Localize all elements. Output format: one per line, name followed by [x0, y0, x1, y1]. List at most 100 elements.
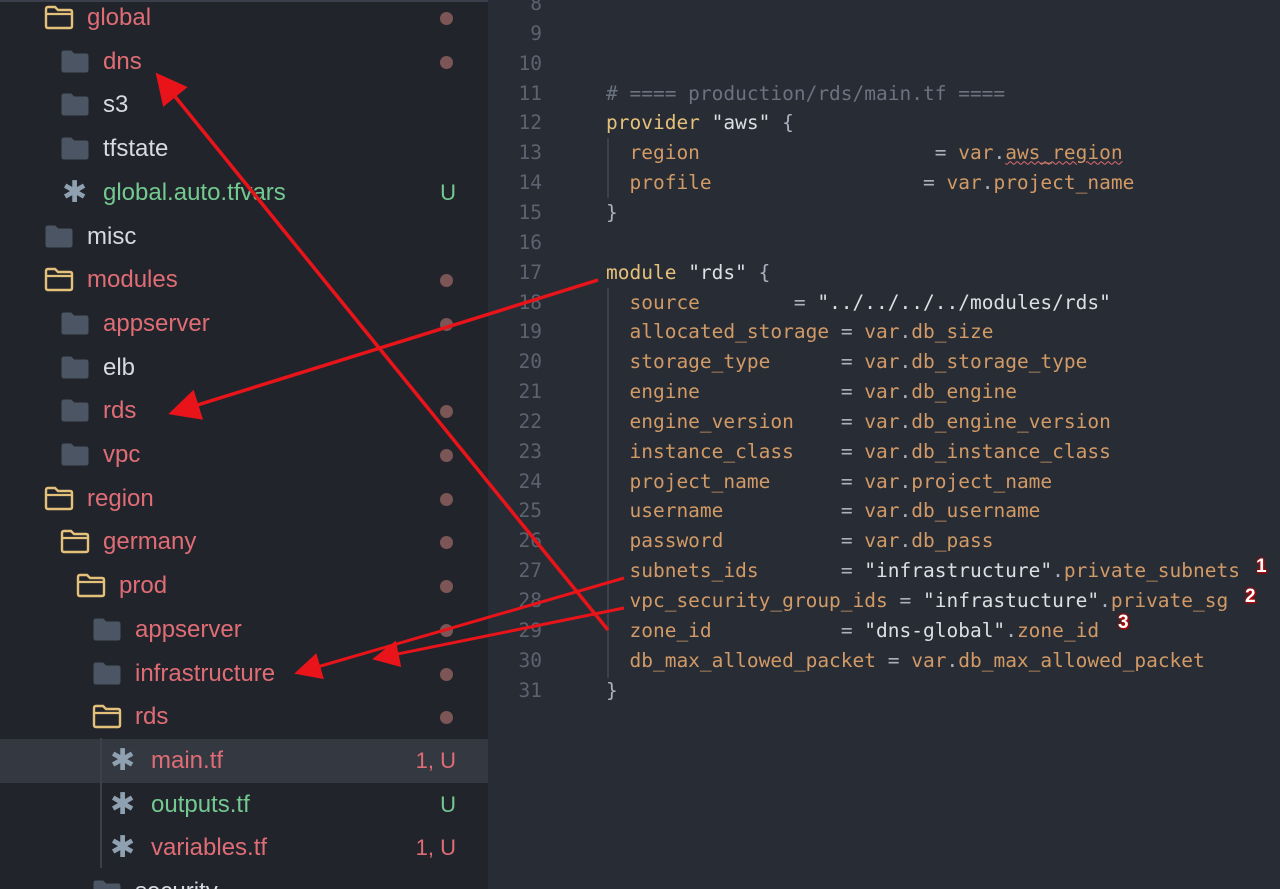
code-token: zone_id	[1016, 618, 1100, 642]
code-text: instance_class = var.db_instance_class	[606, 437, 1110, 467]
folder-open-icon	[44, 267, 74, 292]
line-number: 20	[518, 350, 542, 374]
tree-item[interactable]: germany	[0, 520, 488, 564]
code-token: db_username	[911, 499, 1041, 523]
tree-item-label: global.auto.tfvars	[103, 178, 286, 206]
tree-item-label: tfstate	[103, 135, 169, 163]
code-token: .	[993, 141, 1006, 165]
tree-item[interactable]: rds	[0, 389, 488, 433]
modified-dot	[440, 12, 453, 25]
tree-item[interactable]: ✱ variables.tf 1, U	[0, 826, 488, 870]
line-number: 8	[530, 0, 542, 15]
code-line[interactable]: 11 # ==== production/rds/main.tf ====	[488, 79, 1280, 109]
tree-item-label: outputs.tf	[151, 790, 250, 818]
line-number: 15	[518, 200, 542, 224]
code-token: =	[793, 290, 818, 314]
tree-item[interactable]: ✱ main.tf 1, U	[0, 738, 488, 783]
code-line[interactable]: 16	[488, 228, 1280, 258]
folder-open-icon	[92, 704, 122, 729]
folder-icon	[61, 443, 89, 466]
code-text: }	[606, 676, 618, 706]
line-number: 31	[518, 678, 542, 702]
code-token: var	[946, 171, 982, 195]
tree-item[interactable]: misc	[0, 215, 488, 259]
tree-item[interactable]: modules	[0, 258, 488, 302]
code-text: engine_version = var.db_engine_version	[606, 407, 1111, 437]
code-line[interactable]: 8	[488, 0, 1280, 19]
code-token: =	[840, 320, 865, 344]
code-token: .	[899, 469, 912, 493]
line-number: 30	[518, 648, 542, 672]
folder-icon	[93, 618, 121, 641]
line-number: 11	[518, 81, 542, 105]
code-token: module	[606, 260, 677, 284]
code-token: =	[934, 141, 959, 165]
modified-dot	[440, 711, 453, 725]
code-token: db_engine	[911, 380, 1017, 404]
code-line[interactable]: 17 module "rds" {	[488, 258, 1280, 288]
line-number: 27	[518, 559, 542, 583]
code-token: subnets_ids	[606, 559, 841, 583]
git-status-badge: 1, U	[415, 835, 456, 861]
modified-dot	[440, 580, 453, 594]
tree-item[interactable]: ✱ global.auto.tfvars U	[0, 171, 488, 215]
tree-item[interactable]: tfstate	[0, 127, 488, 171]
code-token: var	[864, 320, 900, 344]
tree-item-label: germany	[103, 528, 197, 556]
tree-item[interactable]: vpc	[0, 433, 488, 477]
code-token: =	[840, 409, 865, 433]
tree-item[interactable]: appserver	[0, 608, 488, 652]
code-line[interactable]: 12 provider "aws" {	[488, 108, 1280, 138]
tree-item[interactable]: infrastructure	[0, 652, 488, 696]
line-number: 23	[518, 439, 542, 463]
code-line[interactable]: 15}	[488, 198, 1280, 228]
code-text: source = "../../../../modules/rds"	[606, 288, 1110, 318]
tree-item[interactable]: region	[0, 477, 488, 521]
line-number: 19	[518, 320, 542, 344]
code-token: db_storage_type	[911, 350, 1088, 374]
code-token: db_pass	[911, 529, 994, 553]
code-token: =	[840, 559, 865, 583]
folder-icon	[45, 225, 73, 247]
tree-item[interactable]: ✱ outputs.tf U	[0, 783, 488, 827]
code-token: storage_type	[606, 350, 841, 374]
code-token: db_engine_version	[911, 409, 1111, 433]
tree-item[interactable]: dns	[0, 40, 488, 84]
code-token: var	[864, 439, 900, 463]
code-token: .	[1052, 559, 1064, 583]
code-token: provider	[606, 111, 700, 135]
tree-item[interactable]: s3	[0, 83, 488, 127]
code-token: var	[864, 469, 900, 493]
line-number: 28	[518, 589, 542, 612]
tree-item[interactable]: prod	[0, 564, 488, 608]
modified-dot	[440, 405, 453, 419]
code-token: # ==== production/rds/main.tf ====	[606, 81, 1006, 105]
tree-item[interactable]: rds	[0, 695, 488, 739]
code-token: =	[840, 439, 865, 463]
line-number: 26	[518, 529, 542, 553]
code-token: .	[946, 648, 959, 672]
code-line[interactable]: 9	[488, 19, 1280, 49]
code-line[interactable]: 31}	[488, 676, 1280, 706]
annotation-badge-1: 1	[1256, 556, 1267, 577]
folder-open-icon	[44, 5, 74, 30]
tree-item[interactable]: global	[0, 0, 488, 40]
annotation-badge-3: 3	[1118, 612, 1129, 633]
line-number: 12	[518, 111, 542, 135]
tree-item[interactable]: elb	[0, 346, 488, 390]
code-token: =	[840, 380, 865, 404]
code-token: .	[899, 439, 912, 463]
tree-item-label: misc	[87, 222, 137, 250]
code-token: project_name	[911, 469, 1053, 493]
git-status-badge: U	[440, 791, 456, 817]
tree-item[interactable]: security	[0, 870, 488, 889]
folder-open-icon	[76, 573, 106, 598]
git-status-badge: U	[440, 179, 456, 205]
tree-item[interactable]: appserver	[0, 302, 488, 346]
code-token: .	[1099, 589, 1111, 612]
code-token: db_size	[911, 320, 994, 344]
file-asterisk-icon: ✱	[110, 742, 136, 778]
tree-item-label: vpc	[103, 441, 141, 468]
code-line[interactable]: 10	[488, 49, 1280, 79]
code-token: profile	[606, 171, 923, 195]
